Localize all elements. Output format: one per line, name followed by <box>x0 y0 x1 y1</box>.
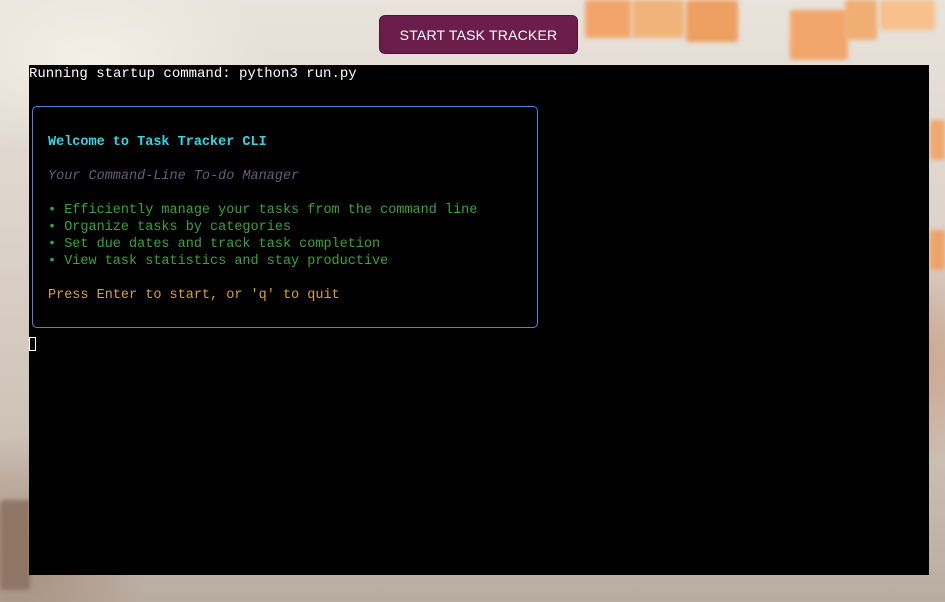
welcome-title: Welcome to Task Tracker CLI <box>48 135 267 150</box>
welcome-box: Welcome to Task Tracker CLI Your Command… <box>32 106 538 328</box>
background-sticky-note <box>585 0 631 38</box>
terminal-cursor[interactable] <box>29 337 36 351</box>
background-sticky-note <box>790 10 848 60</box>
background-sticky-note <box>930 230 945 270</box>
background-sticky-note <box>632 0 684 38</box>
feature-line: • Efficiently manage your tasks from the… <box>48 203 478 218</box>
welcome-tagline: Your Command-Line To-do Manager <box>48 169 300 184</box>
feature-line: • Set due dates and track task completio… <box>48 237 381 252</box>
start-task-tracker-button[interactable]: START TASK TRACKER <box>379 15 578 54</box>
page-background: START TASK TRACKER Running startup comma… <box>0 0 945 602</box>
feature-line: • View task statistics and stay producti… <box>48 254 389 269</box>
terminal-window[interactable]: Running startup command: python3 run.py … <box>29 65 929 575</box>
background-sticky-note <box>930 120 945 160</box>
background-sticky-note <box>686 0 738 42</box>
background-sticky-note <box>845 0 877 40</box>
feature-line: • Organize tasks by categories <box>48 220 292 235</box>
startup-command-line: Running startup command: python3 run.py <box>29 66 357 82</box>
background-blur-shape <box>0 500 30 590</box>
start-prompt: Press Enter to start, or 'q' to quit <box>48 288 340 303</box>
background-sticky-note <box>880 0 935 30</box>
